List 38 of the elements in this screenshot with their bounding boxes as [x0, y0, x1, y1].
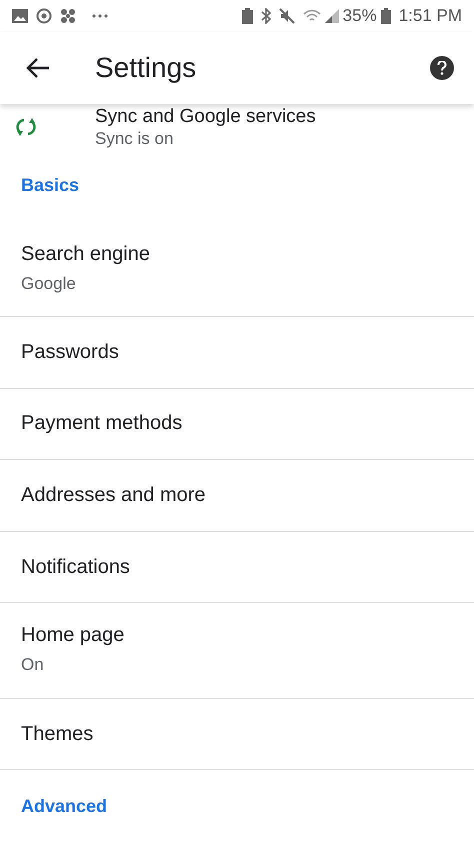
- battery-icon: [380, 8, 391, 24]
- circle-icon: [36, 8, 52, 24]
- settings-item[interactable]: Payment methods: [0, 388, 474, 460]
- wifi-icon: [302, 8, 321, 23]
- mute-icon: [278, 8, 295, 24]
- more-icon: [92, 14, 108, 18]
- settings-item[interactable]: Passwords: [0, 317, 474, 389]
- help-button[interactable]: [430, 56, 454, 80]
- clock: 1:51 PM: [398, 5, 462, 28]
- settings-item[interactable]: Addresses and more: [0, 460, 474, 532]
- sync-icon: [14, 116, 36, 138]
- battery-level: 35%: [342, 5, 377, 28]
- help-icon: [437, 61, 447, 76]
- item-title: Passwords: [21, 340, 120, 365]
- item-title: Addresses and more: [21, 483, 207, 508]
- sync-settings-item[interactable]: Sync and Google services Sync is on: [95, 104, 316, 150]
- item-subtitle: Google: [21, 272, 77, 295]
- section-header: Advanced: [21, 794, 108, 818]
- fan-icon: [60, 8, 76, 24]
- item-subtitle: Sync is on: [95, 128, 174, 150]
- item-title: Themes: [21, 722, 94, 747]
- image-icon: [12, 8, 28, 23]
- page-title: Settings: [95, 51, 196, 86]
- item-title: Sync and Google services: [95, 104, 316, 128]
- settings-item[interactable]: Notifications: [0, 532, 474, 604]
- settings-item[interactable]: Themes: [0, 698, 474, 770]
- signal-icon: [324, 8, 339, 23]
- section-header: Basics: [21, 174, 80, 198]
- battery-saver-icon: [242, 8, 253, 24]
- item-title: Home page: [21, 623, 126, 648]
- item-title: Search engine: [21, 242, 151, 267]
- item-title: Notifications: [21, 554, 131, 580]
- settings-item[interactable]: Home page On: [0, 603, 474, 699]
- item-subtitle: On: [21, 654, 45, 676]
- back-arrow-icon: [26, 57, 50, 80]
- bluetooth-icon: [260, 8, 271, 24]
- item-title: Payment methods: [21, 411, 184, 436]
- settings-item[interactable]: Search engine Google: [0, 222, 474, 318]
